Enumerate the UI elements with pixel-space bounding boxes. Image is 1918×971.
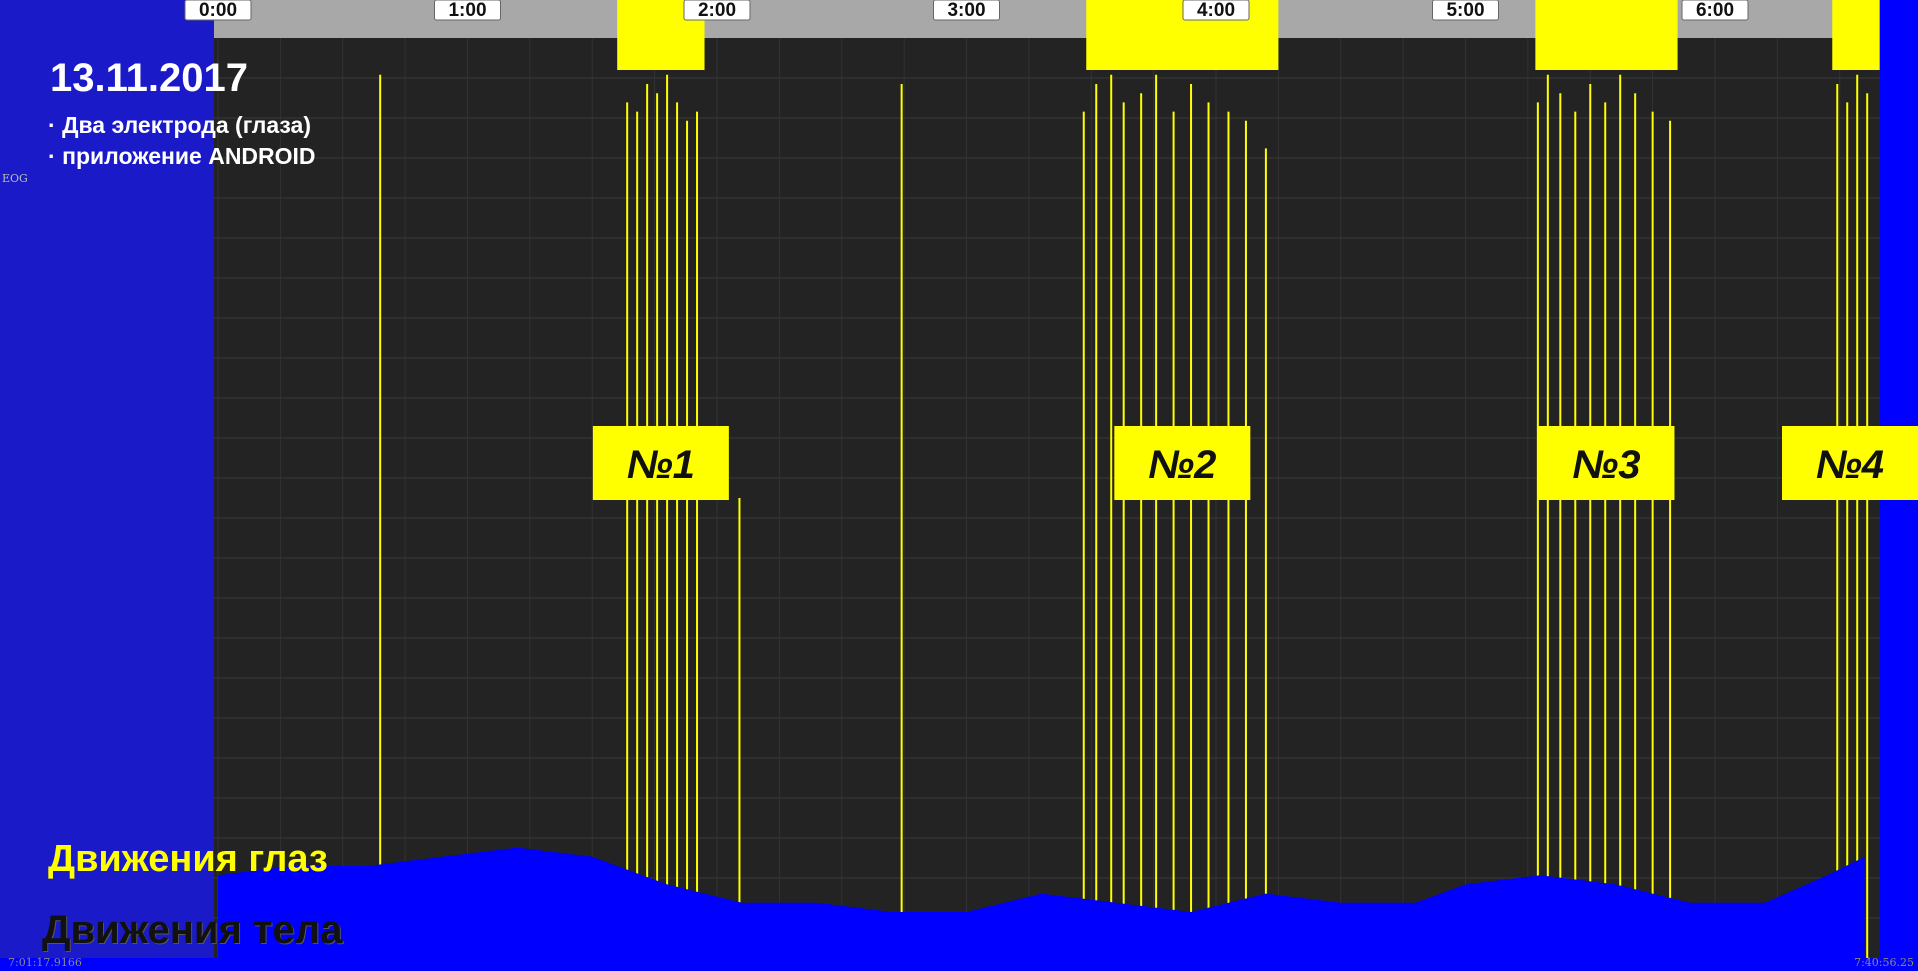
hour-tick-label: 3:00 [947,0,985,21]
note-electrodes: Два электрода (глаза) [48,110,316,141]
rem-label: №4 [1816,443,1884,487]
rem-header-band [1086,0,1279,70]
legend-eye-movements: Движения глаз [48,838,328,880]
channel-label: EOG [2,172,28,185]
hour-tick-label: 4:00 [1197,0,1235,21]
note-app: приложение ANDROID [48,141,315,172]
rem-header-band [1832,0,1880,70]
chart-date: 13.11.2017 [50,56,248,100]
hour-tick-label: 2:00 [698,0,736,21]
rem-header-band [1535,0,1678,70]
recording-end-time: 7:40:56.25 [1854,956,1914,969]
rem-label: №1 [627,443,695,487]
chart-notes: Два электрода (глаза) приложение ANDROID [48,110,316,172]
recording-start-time: 7:01:17.9166 [8,956,82,969]
rem-label: №2 [1148,443,1216,487]
hour-tick-label: 0:00 [199,0,237,21]
hour-tick-label: 6:00 [1696,0,1734,21]
rem-label: №3 [1572,443,1640,487]
hour-tick-label: 1:00 [448,0,486,21]
hour-tick-label: 5:00 [1446,0,1484,21]
legend-body-movements: Движения тела [42,908,343,952]
